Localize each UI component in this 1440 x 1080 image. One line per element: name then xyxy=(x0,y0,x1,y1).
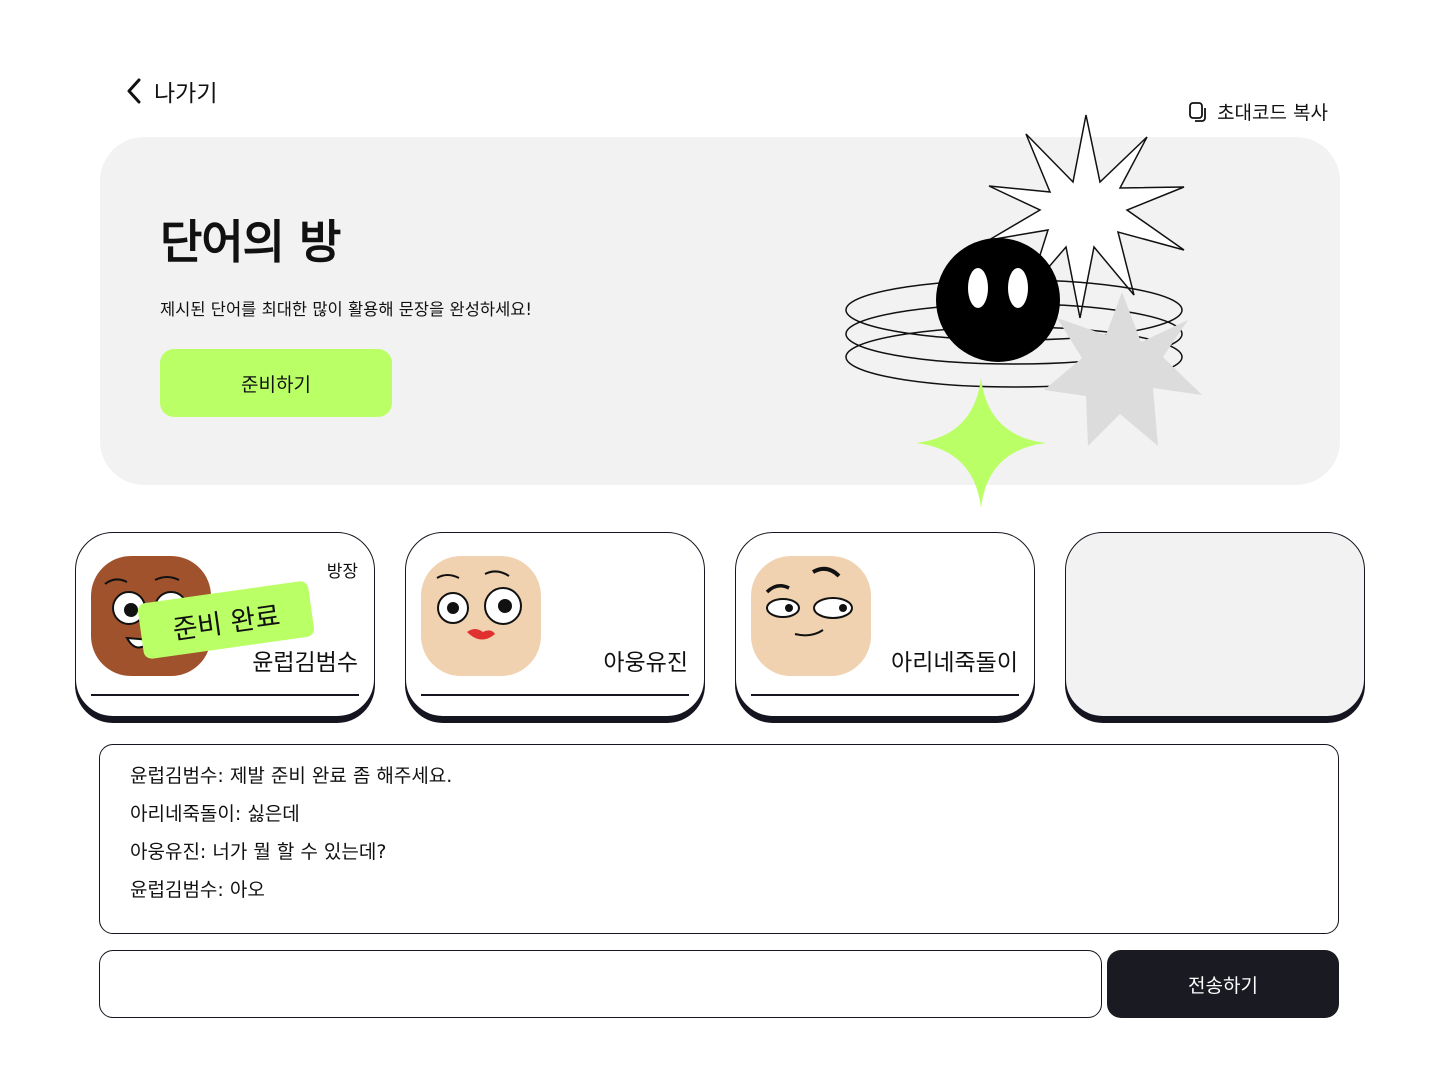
room-description: 제시된 단어를 최대한 많이 활용해 문장을 완성하세요! xyxy=(160,300,533,319)
room-title: 단어의 방 xyxy=(160,215,341,269)
send-button[interactable]: 전송하기 xyxy=(1107,950,1339,1018)
chevron-left-icon xyxy=(127,78,141,104)
chat-log: 윤럽김범수: 제발 준비 완료 좀 해주세요. 아리네죽돌이: 싫은데 아웅유진… xyxy=(99,744,1339,934)
chat-message: 아리네죽돌이: 싫은데 xyxy=(130,803,300,825)
ready-button[interactable]: 준비하기 xyxy=(160,349,392,417)
card-divider xyxy=(421,694,689,696)
gray-star-shape xyxy=(1044,292,1202,446)
invite-label: 초대코드 복사 xyxy=(1217,102,1328,124)
player-card: 아웅유진 xyxy=(405,532,705,717)
player-card: 아리네죽돌이 xyxy=(735,532,1035,717)
chat-input[interactable] xyxy=(99,950,1102,1018)
chat-message: 아웅유진: 너가 뭘 할 수 있는데? xyxy=(130,841,387,863)
card-divider xyxy=(751,694,1019,696)
mascot-eye xyxy=(968,268,988,308)
player-name: 아리네죽돌이 xyxy=(891,650,1018,676)
back-label: 나가기 xyxy=(154,81,218,107)
card-divider xyxy=(91,694,359,696)
mascot-illustration xyxy=(845,114,1202,508)
mascot-eye xyxy=(1008,268,1028,308)
player-avatar xyxy=(421,556,541,676)
chat-message: 윤럽김범수: 아오 xyxy=(130,879,265,901)
player-name: 윤럽김범수 xyxy=(252,650,358,676)
mascot-body xyxy=(936,238,1060,362)
player-avatar xyxy=(751,556,871,676)
player-name: 아웅유진 xyxy=(603,650,688,676)
chat-message: 윤럽김범수: 제발 준비 완료 좀 해주세요. xyxy=(130,765,453,787)
empty-player-slot xyxy=(1065,532,1365,717)
green-sparkle-shape xyxy=(916,378,1046,508)
back-button[interactable]: 나가기 xyxy=(124,74,217,108)
host-label: 방장 xyxy=(326,562,358,582)
